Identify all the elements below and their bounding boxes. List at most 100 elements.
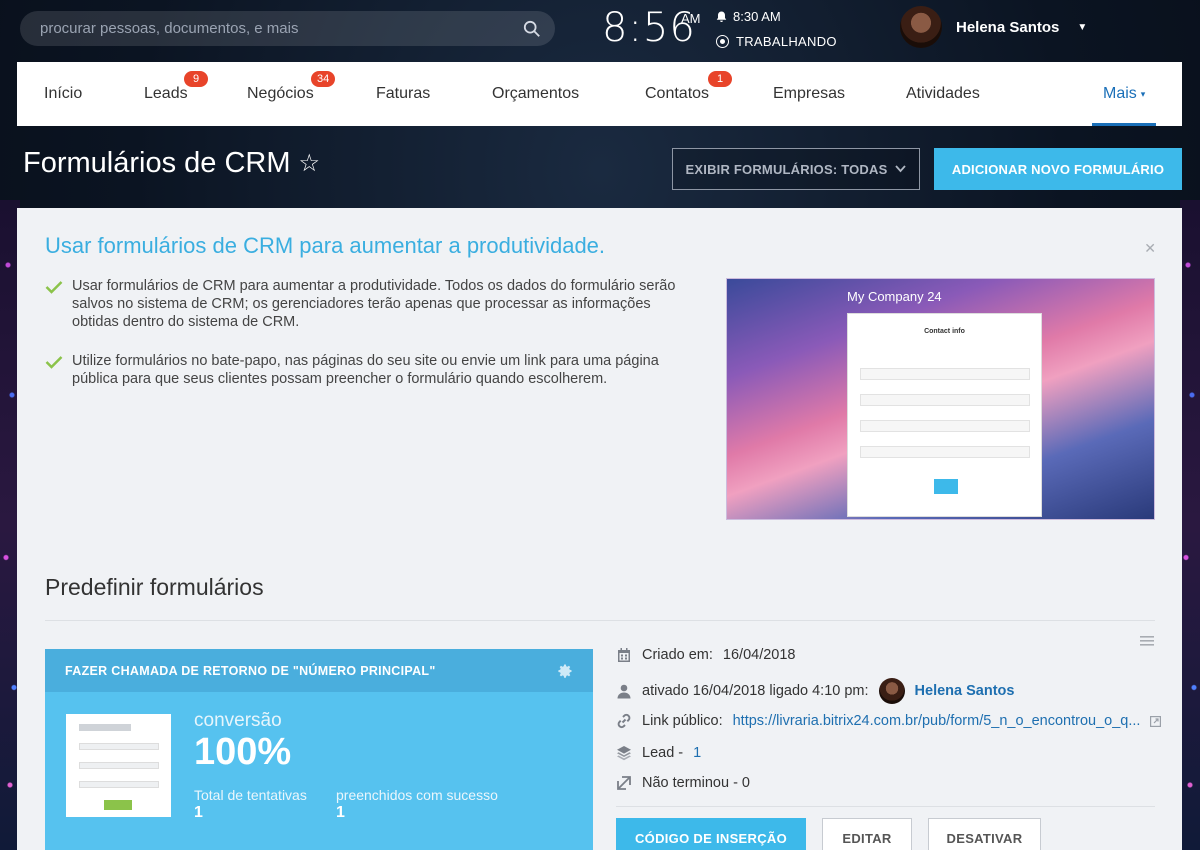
chevron-down-icon: ▼ [1077, 21, 1088, 33]
nav-item-label: Empresas [773, 85, 846, 102]
preview-field [860, 420, 1030, 432]
preview-form-title: Contact info [924, 328, 965, 335]
user-menu[interactable]: Helena Santos ▼ [900, 6, 1087, 48]
nav-item-inicio[interactable]: Início [44, 62, 82, 126]
star-icon[interactable]: ☆ [299, 149, 321, 178]
chevron-down-icon [895, 165, 907, 173]
promo-bullet: Utilize formulários no bate-papo, nas pá… [45, 352, 695, 388]
copy-icon[interactable] [1150, 715, 1162, 727]
form-thumbnail[interactable] [66, 714, 171, 817]
form-card: FAZER CHAMADA DE RETORNO DE "NÚMERO PRIN… [45, 649, 593, 850]
close-icon[interactable]: ✕ [1144, 240, 1156, 257]
clock-ampm: AM [681, 11, 701, 26]
nav-item-faturas[interactable]: Faturas [376, 62, 430, 126]
nav-item-label: Mais [1103, 85, 1137, 102]
work-status[interactable]: TRABALHANDO [716, 34, 837, 49]
filter-forms-button[interactable]: EXIBIR FORMULÁRIOS: TODAS [672, 148, 920, 190]
nav-item-empresas[interactable]: Empresas [773, 62, 845, 126]
background-decoration-right [1180, 200, 1200, 850]
search-input[interactable] [40, 20, 523, 37]
check-icon [45, 356, 63, 369]
unfinished-row: Não terminou - 0 [616, 775, 750, 791]
counter-badge: 1 [708, 71, 732, 87]
form-card-header: FAZER CHAMADA DE RETORNO DE "NÚMERO PRIN… [45, 649, 593, 692]
page-title: Formulários de CRM ☆ [23, 147, 320, 180]
activated-user-link[interactable]: Helena Santos [915, 683, 1015, 699]
nav-item-label: Início [44, 85, 83, 102]
preview-field [860, 446, 1030, 458]
avatar [878, 678, 905, 704]
thumb-line [79, 724, 131, 731]
counter-badge: 9 [184, 71, 208, 87]
thumb-field [79, 762, 159, 769]
work-status-label: TRABALHANDO [736, 34, 837, 49]
nav-item-contatos[interactable]: Contatos 1 [645, 62, 732, 126]
menu-icon[interactable] [1140, 636, 1154, 646]
nav-item-label: Atividades [906, 85, 980, 102]
public-link-url[interactable]: https://livraria.bitrix24.com.br/pub/for… [733, 713, 1141, 729]
preview-brand: My Company 24 [847, 289, 942, 304]
promo-bullet: Usar formulários de CRM para aumentar a … [45, 277, 695, 331]
conversion-label: conversão [194, 710, 282, 731]
form-preview-image: My Company 24 Contact info [726, 278, 1155, 520]
nav-item-label: Orçamentos [492, 85, 580, 102]
check-icon [45, 281, 63, 294]
public-link-label: Link público: [642, 713, 723, 729]
deactivate-button[interactable]: DESATIVAR [928, 818, 1041, 850]
stat-label: preenchidos com sucesso [336, 787, 498, 803]
preview-field [860, 394, 1030, 406]
top-bar: 8:56 AM 8:30 AM TRABALHANDO Helena Santo… [0, 0, 1200, 60]
add-form-button[interactable]: ADICIONAR NOVO FORMULÁRIO [934, 148, 1182, 190]
promo-bullet-text: Usar formulários de CRM para aumentar a … [72, 278, 676, 330]
activated-text: ativado 16/04/2018 ligado 4:10 pm: [642, 683, 869, 699]
layers-icon [617, 746, 631, 761]
stat-value: 1 [194, 804, 203, 821]
filter-forms-label: EXIBIR FORMULÁRIOS: TODAS [685, 161, 888, 177]
created-row: Criado em: 16/04/2018 [616, 647, 796, 663]
edit-button[interactable]: EDITAR [822, 818, 912, 850]
nav-item-label: Leads [144, 85, 188, 102]
nav-item-negocios[interactable]: Negócios 34 [247, 62, 336, 126]
divider [45, 620, 1155, 621]
lead-row: Lead - 1 [616, 745, 701, 761]
lead-count-link[interactable]: 1 [693, 745, 701, 761]
embed-code-button[interactable]: CÓDIGO DE INSERÇÃO [616, 818, 806, 850]
unfinished-icon [617, 776, 631, 790]
alarm-time: 8:30 AM [733, 9, 781, 24]
calendar-icon [618, 648, 630, 662]
main-panel: Usar formulários de CRM para aumentar a … [17, 208, 1182, 850]
avatar [900, 6, 942, 48]
unfinished-text: Não terminou - 0 [642, 775, 750, 791]
preview-submit [934, 479, 958, 494]
public-link-row: Link público: https://livraria.bitrix24.… [616, 713, 1162, 729]
nav-item-leads[interactable]: Leads 9 [144, 62, 208, 126]
search-icon[interactable] [523, 20, 541, 38]
record-icon [716, 35, 729, 48]
nav-item-mais[interactable]: Mais ▾ [1092, 62, 1156, 126]
page-title-text: Formulários de CRM [23, 147, 291, 179]
bell-icon [716, 11, 727, 22]
stat-label: Total de tentativas [194, 787, 307, 803]
thumb-field [79, 743, 159, 750]
thumb-button [104, 800, 132, 810]
promo-title: Usar formulários de CRM para aumentar a … [45, 233, 606, 258]
search-box[interactable] [20, 11, 555, 46]
section-title: Predefinir formulários [45, 574, 264, 600]
counter-badge: 34 [311, 71, 336, 87]
alarm[interactable]: 8:30 AM [716, 9, 781, 24]
stat-success: preenchidos com sucesso 1 [336, 787, 498, 822]
active-indicator [1092, 123, 1156, 126]
nav-item-atividades[interactable]: Atividades [906, 62, 980, 126]
thumb-field [79, 781, 159, 788]
person-icon [617, 684, 631, 699]
stat-value: 1 [336, 804, 345, 821]
nav-item-label: Negócios [247, 85, 314, 102]
nav-item-label: Faturas [376, 85, 431, 102]
stat-attempts: Total de tentativas 1 [194, 787, 307, 822]
gear-icon[interactable] [557, 663, 573, 679]
divider [616, 806, 1155, 807]
nav-item-orcamentos[interactable]: Orçamentos [492, 62, 579, 126]
created-label: Criado em: [642, 647, 713, 663]
preview-field [860, 368, 1030, 380]
created-date: 16/04/2018 [722, 647, 796, 663]
